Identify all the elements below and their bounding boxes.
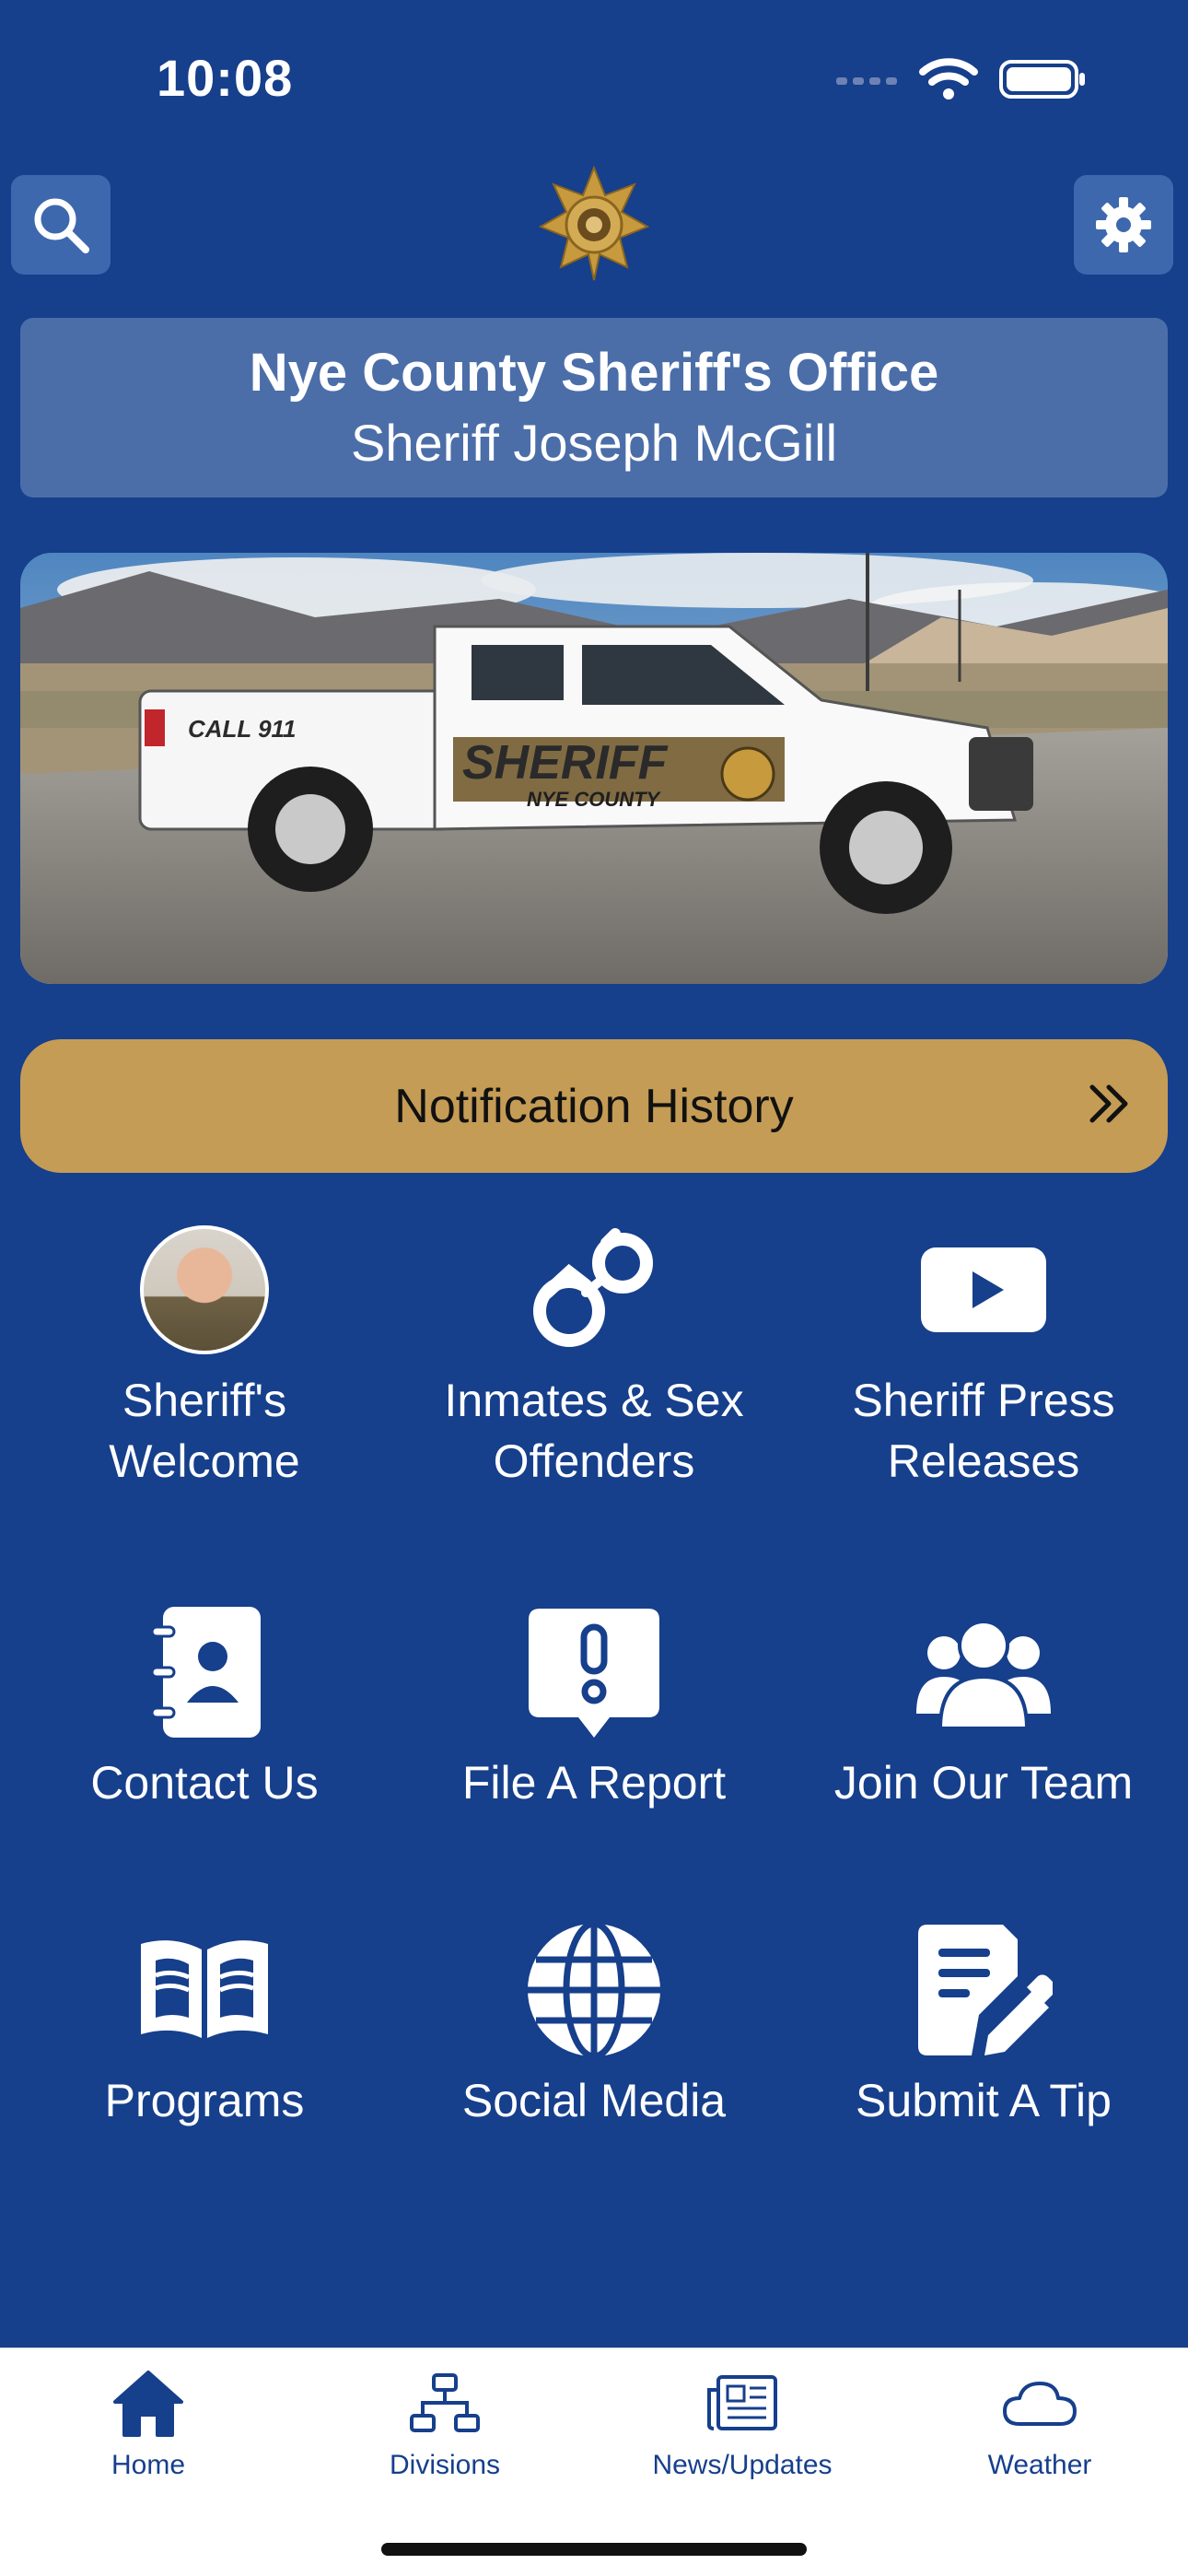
truck-sheriff-text: SHERIFF <box>462 736 669 790</box>
settings-button[interactable] <box>1074 175 1173 275</box>
sheriff-truck-photo: SHERIFF NYE COUNTY CALL 911 <box>20 553 1168 984</box>
search-button[interactable] <box>11 175 111 275</box>
cellular-signal-icon <box>836 77 897 85</box>
tile-inmates-sex-offenders[interactable]: Inmates & Sex Offenders <box>401 1221 787 1492</box>
sheriff-badge-logo <box>539 166 649 281</box>
battery-icon <box>999 60 1085 99</box>
open-book-icon <box>141 1940 268 2038</box>
hero-image: SHERIFF NYE COUNTY CALL 911 <box>20 553 1168 984</box>
cloud-icon <box>1003 2382 1077 2426</box>
tile-sheriff-press-releases[interactable]: Sheriff Press Releases <box>790 1221 1177 1492</box>
status-icons <box>834 57 1087 101</box>
newspaper-icon <box>707 2375 777 2430</box>
tile-label: Social Media <box>461 2075 727 2126</box>
tile-submit-a-tip[interactable]: Submit A Tip <box>790 1921 1177 2131</box>
search-icon <box>34 198 89 253</box>
tile-contact-us[interactable]: Contact Us <box>11 1603 398 1813</box>
tile-social-media[interactable]: Social Media <box>401 1921 787 2131</box>
handcuffs-icon <box>533 1228 653 1347</box>
tab-label: Weather <box>987 2450 1092 2480</box>
truck-call-text: CALL 911 <box>188 715 297 743</box>
tab-news-updates[interactable]: News/Updates <box>594 2367 891 2481</box>
tile-label: Contact Us <box>90 1757 319 1809</box>
tab-label: News/Updates <box>652 2450 833 2480</box>
notification-history-button[interactable]: Notification History <box>20 1039 1168 1173</box>
edit-document-icon <box>918 1925 1053 2055</box>
tile-label: Submit A Tip <box>856 2075 1112 2126</box>
users-icon <box>916 1620 1051 1730</box>
tab-home[interactable]: Home <box>0 2367 297 2481</box>
sheriff-name: Sheriff Joseph McGill <box>350 414 838 472</box>
tile-file-a-report[interactable]: File A Report <box>401 1603 787 1813</box>
tile-label: Sheriff's Welcome <box>109 1375 300 1487</box>
home-icon <box>113 2371 183 2437</box>
tab-label: Divisions <box>389 2450 501 2480</box>
gear-icon <box>1096 197 1151 252</box>
contact-book-icon <box>150 1607 261 1738</box>
play-icon <box>921 1247 1046 1332</box>
org-chart-icon <box>410 2373 480 2432</box>
globe-icon <box>528 1921 660 2059</box>
tile-join-our-team[interactable]: Join Our Team <box>790 1603 1177 1813</box>
wifi-icon <box>919 58 978 100</box>
double-chevron-right-icon <box>1089 1084 1128 1123</box>
home-indicator <box>381 2543 807 2556</box>
tab-weather[interactable]: Weather <box>891 2367 1188 2481</box>
tile-label: Sheriff Press Releases <box>852 1375 1115 1487</box>
agency-title-card: Nye County Sheriff's Office Sheriff Jose… <box>20 318 1168 498</box>
truck-county-text: NYE COUNTY <box>527 788 662 811</box>
status-time: 10:08 <box>157 49 294 107</box>
tile-label: File A Report <box>461 1757 727 1809</box>
tab-divisions[interactable]: Divisions <box>297 2367 593 2481</box>
notification-history-label: Notification History <box>394 1079 794 1133</box>
tile-label: Programs <box>104 2075 305 2126</box>
tile-label: Inmates & Sex Offenders <box>444 1375 744 1487</box>
tab-bar: Home Divisions News/Updates Weather <box>0 2348 1188 2576</box>
status-bar: 10:08 <box>0 0 1188 157</box>
tile-label: Join Our Team <box>833 1757 1134 1809</box>
tab-label: Home <box>111 2450 186 2480</box>
tile-programs[interactable]: Programs <box>11 1921 398 2131</box>
tile-sheriffs-welcome[interactable]: Sheriff's Welcome <box>11 1221 398 1492</box>
alert-bubble-icon <box>529 1609 659 1738</box>
agency-title: Nye County Sheriff's Office <box>249 343 939 403</box>
sheriff-avatar <box>140 1225 269 1354</box>
